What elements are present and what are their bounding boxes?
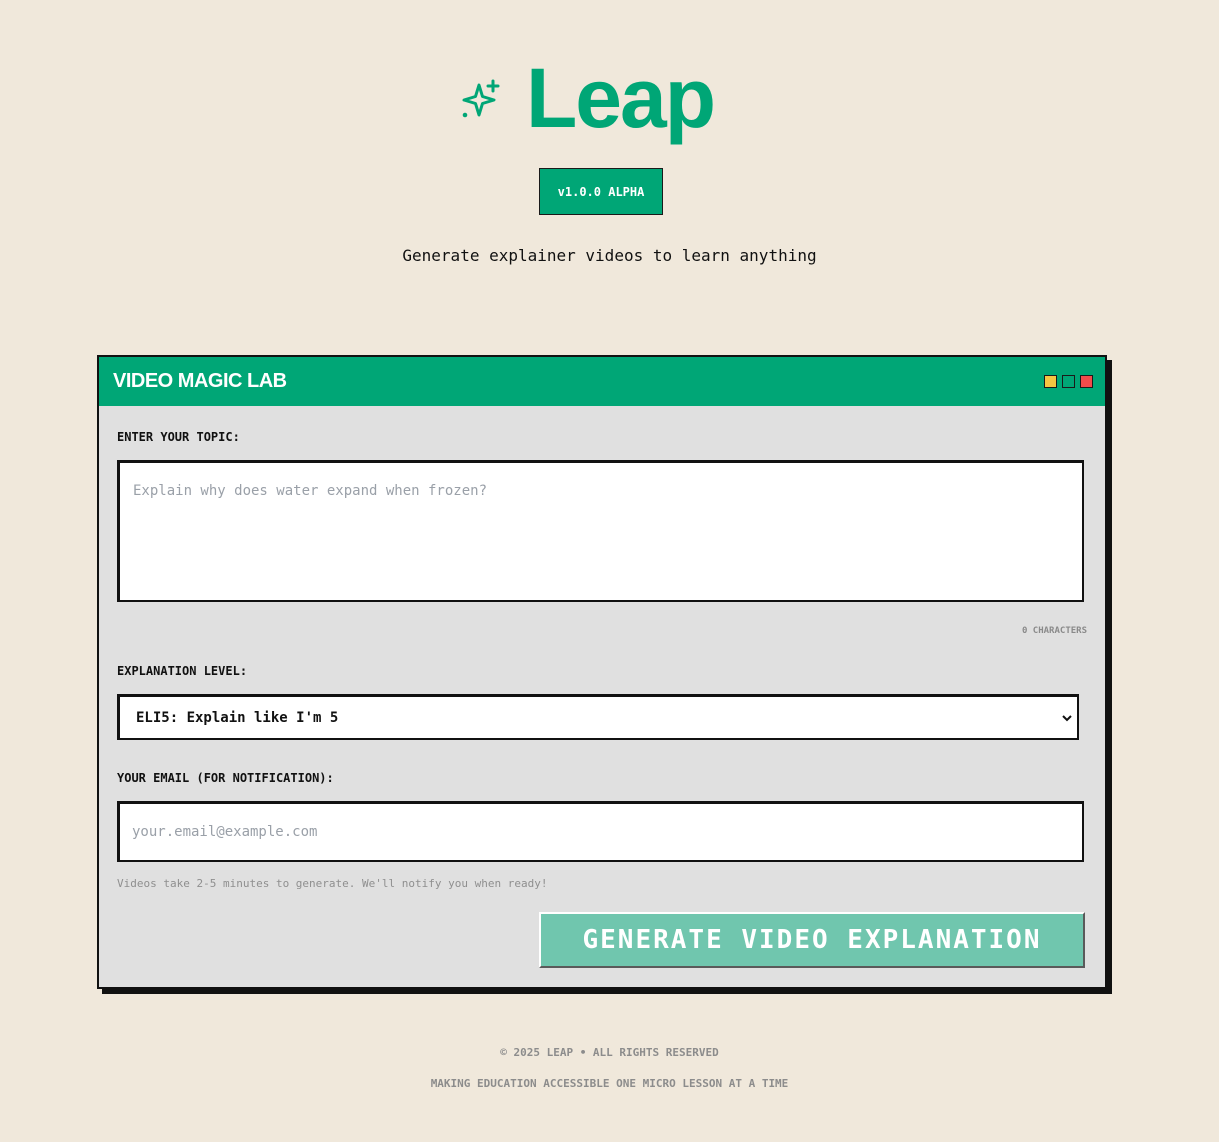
panel-header: VIDEO MAGIC LAB [99,357,1105,406]
email-field[interactable] [120,804,1082,860]
email-label: YOUR EMAIL (FOR NOTIFICATION): [117,771,334,785]
chevron-down-icon [1062,714,1072,721]
level-select[interactable]: ELI5: Explain like I'm 5 [117,694,1079,740]
tagline: Generate explainer videos to learn anyth… [402,246,817,265]
generation-hint: Videos take 2-5 minutes to generate. We'… [117,877,548,890]
topic-label: ENTER YOUR TOPIC: [117,430,240,444]
panel-title: VIDEO MAGIC LAB [113,370,287,392]
footer-copyright: © 2025 LEAP • ALL RIGHTS RESERVED [500,1046,719,1059]
email-field-wrapper [117,801,1084,862]
video-magic-lab-panel: VIDEO MAGIC LAB ENTER YOUR TOPIC: 0 CHAR… [97,355,1107,989]
version-badge: v1.0.0 ALPHA [539,168,663,215]
character-count: 0 CHARACTERS [1021,626,1087,636]
brand-name: Leap [526,51,716,145]
level-label: EXPLANATION LEVEL: [117,664,248,678]
sparkle-icon [462,79,500,118]
footer-mission: MAKING EDUCATION ACCESSIBLE ONE MICRO LE… [430,1077,789,1090]
topic-field-wrapper [117,460,1084,602]
level-selected-value: ELI5: Explain like I'm 5 [136,709,339,726]
minimize-button[interactable] [1044,375,1057,388]
close-button[interactable] [1080,375,1093,388]
topic-input[interactable] [120,463,1082,600]
maximize-button[interactable] [1062,375,1075,388]
generate-video-button[interactable]: GENERATE VIDEO EXPLANATION [539,912,1085,968]
window-controls [1044,375,1093,388]
brand-logo: Leap [460,51,716,145]
